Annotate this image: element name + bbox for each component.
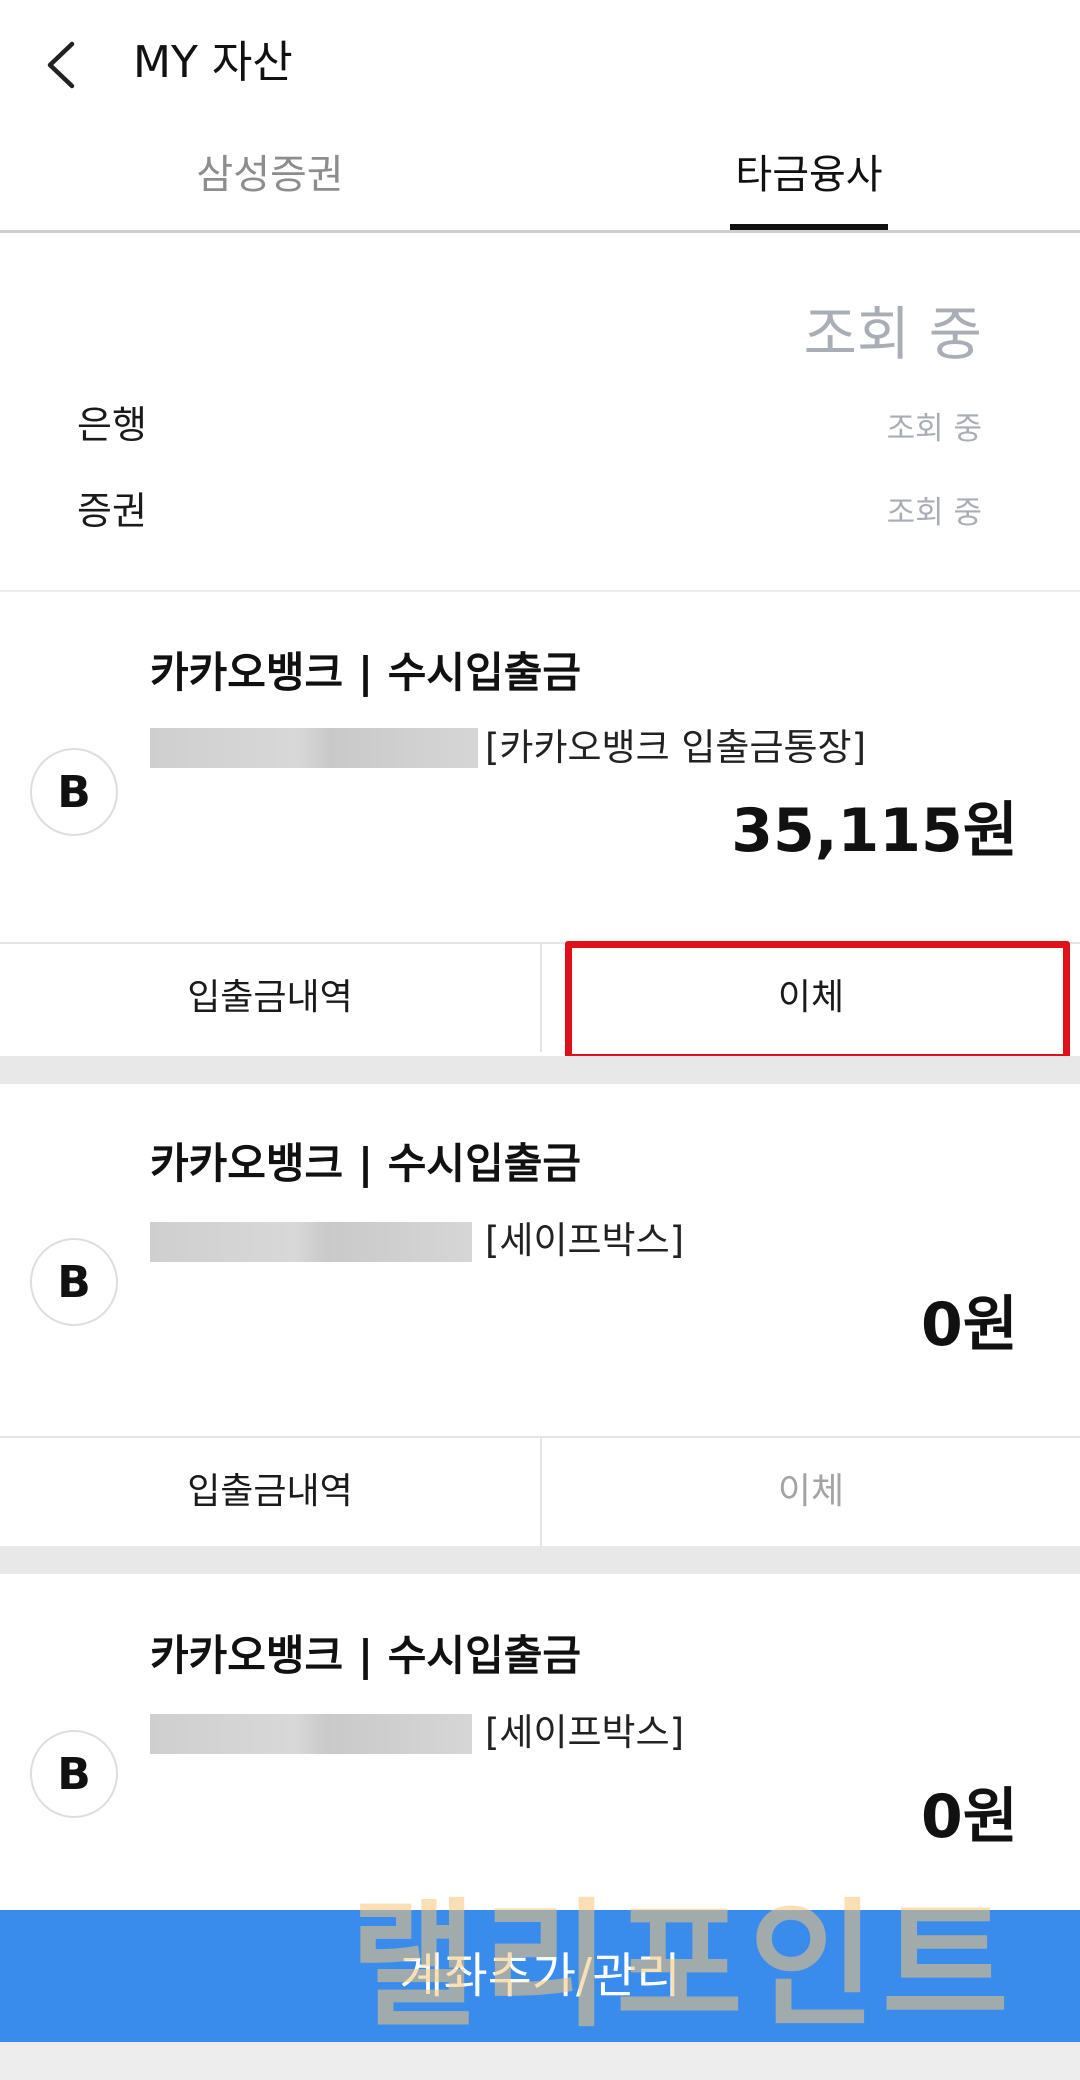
highlight-annotation <box>565 941 1070 1061</box>
transaction-history-button[interactable]: 입출금내역 <box>0 1438 540 1546</box>
summary-value-securities: 조회 중 <box>886 495 982 531</box>
account-actions: 입출금내역 이체 <box>0 1436 1080 1546</box>
masked-account-number <box>150 1714 472 1754</box>
account-nickname: [세이프박스] <box>485 1219 685 1262</box>
summary-label-securities: 증권 <box>77 489 147 533</box>
total-assets-status: 조회 중 <box>803 300 982 368</box>
account-balance: 35,115원 <box>731 796 1018 866</box>
back-button[interactable] <box>36 30 96 100</box>
account-title: 카카오뱅크 | 수시입출금 <box>150 1631 581 1680</box>
tab-other-financial[interactable]: 타금융사 <box>730 145 888 229</box>
add-manage-accounts-button[interactable]: 계좌추가/관리 <box>0 1910 1080 2042</box>
account-balance: 0원 <box>921 1290 1018 1360</box>
masked-account-number <box>150 1222 472 1262</box>
summary-label-bank: 은행 <box>77 403 147 447</box>
card-separator <box>0 1056 1080 1084</box>
card-separator <box>0 1546 1080 1574</box>
transfer-button-disabled[interactable]: 이체 <box>540 1438 1080 1546</box>
masked-account-number <box>150 728 478 768</box>
tab-samsung-securities[interactable]: 삼성증권 <box>150 145 390 229</box>
account-title: 카카오뱅크 | 수시입출금 <box>150 1139 581 1188</box>
transaction-history-button[interactable]: 입출금내역 <box>0 944 540 1052</box>
bottom-strip <box>0 2042 1080 2080</box>
summary-value-bank: 조회 중 <box>886 411 982 447</box>
account-title: 카카오뱅크 | 수시입출금 <box>150 648 581 697</box>
kakaobank-logo-icon: B <box>30 1730 118 1818</box>
page-title: MY 자산 <box>133 37 293 88</box>
account-nickname: [세이프박스] <box>485 1711 685 1754</box>
tab-bar-divider <box>0 230 1080 233</box>
chevron-left-icon <box>47 41 75 89</box>
account-balance: 0원 <box>921 1782 1018 1852</box>
account-nickname: [카카오뱅크 입출금통장] <box>485 726 867 769</box>
kakaobank-logo-icon: B <box>30 1238 118 1326</box>
kakaobank-logo-icon: B <box>30 748 118 836</box>
